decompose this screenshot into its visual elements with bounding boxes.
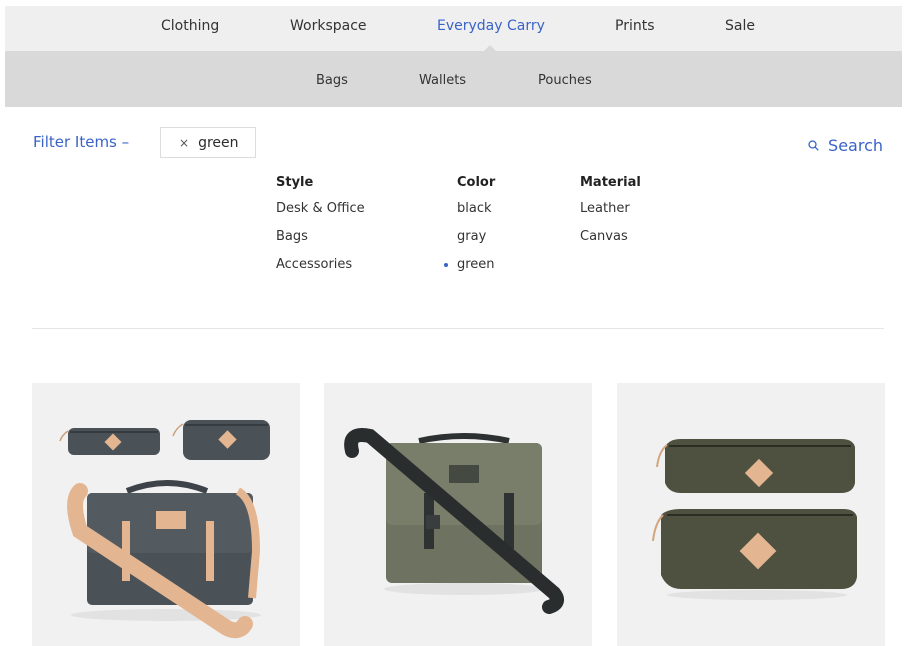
nav-item-clothing[interactable]: Clothing	[161, 18, 219, 34]
product-card[interactable]	[617, 383, 885, 646]
facet-option-black[interactable]: black	[457, 200, 495, 218]
facet-option-bags[interactable]: Bags	[276, 228, 365, 246]
search-button[interactable]: Search	[808, 136, 883, 155]
facet-option-leather[interactable]: Leather	[580, 200, 641, 218]
facet-heading-material: Material	[580, 175, 641, 190]
olive-messenger-bag-image	[344, 428, 564, 614]
remove-filter-icon[interactable]: ×	[179, 136, 189, 150]
facet-color: Color black gray green	[444, 175, 496, 284]
facet-option-canvas[interactable]: Canvas	[580, 228, 641, 246]
top-nav: Clothing Workspace Everyday Carry Prints…	[5, 6, 902, 52]
olive-zip-pouches-image	[652, 439, 857, 600]
facet-option-green-label: green	[457, 257, 495, 272]
product-card[interactable]	[32, 383, 300, 646]
nav-item-workspace[interactable]: Workspace	[290, 18, 367, 34]
facet-heading-style: Style	[276, 175, 314, 190]
search-label: Search	[828, 136, 883, 155]
facet-style: Style Desk & Office Bags Accessories	[276, 175, 365, 284]
facet-material: Material Leather Canvas	[580, 175, 641, 256]
facet-option-green[interactable]: green	[444, 256, 495, 274]
facet-option-gray[interactable]: gray	[457, 228, 495, 246]
nav-item-sale[interactable]: Sale	[725, 18, 755, 34]
filter-items-toggle[interactable]: Filter Items –	[33, 133, 129, 151]
subnav-item-bags[interactable]: Bags	[316, 73, 348, 88]
nav-item-prints[interactable]: Prints	[615, 18, 655, 34]
charcoal-messenger-bag-with-pouches-image	[59, 420, 270, 639]
facet-option-desk-office[interactable]: Desk & Office	[276, 200, 365, 218]
section-divider	[32, 328, 884, 329]
facet-heading-color: Color	[457, 175, 496, 190]
active-filter-label: green	[198, 134, 239, 151]
active-filter-chip: × green	[160, 127, 256, 158]
selected-indicator-dot	[444, 263, 448, 267]
nav-item-everyday-carry[interactable]: Everyday Carry	[437, 18, 545, 34]
sub-nav: Bags Wallets Pouches	[5, 51, 902, 107]
facet-option-accessories[interactable]: Accessories	[276, 256, 365, 274]
product-card[interactable]	[324, 383, 592, 646]
search-icon	[808, 140, 819, 151]
subnav-item-wallets[interactable]: Wallets	[419, 73, 466, 88]
subnav-item-pouches[interactable]: Pouches	[538, 73, 592, 88]
